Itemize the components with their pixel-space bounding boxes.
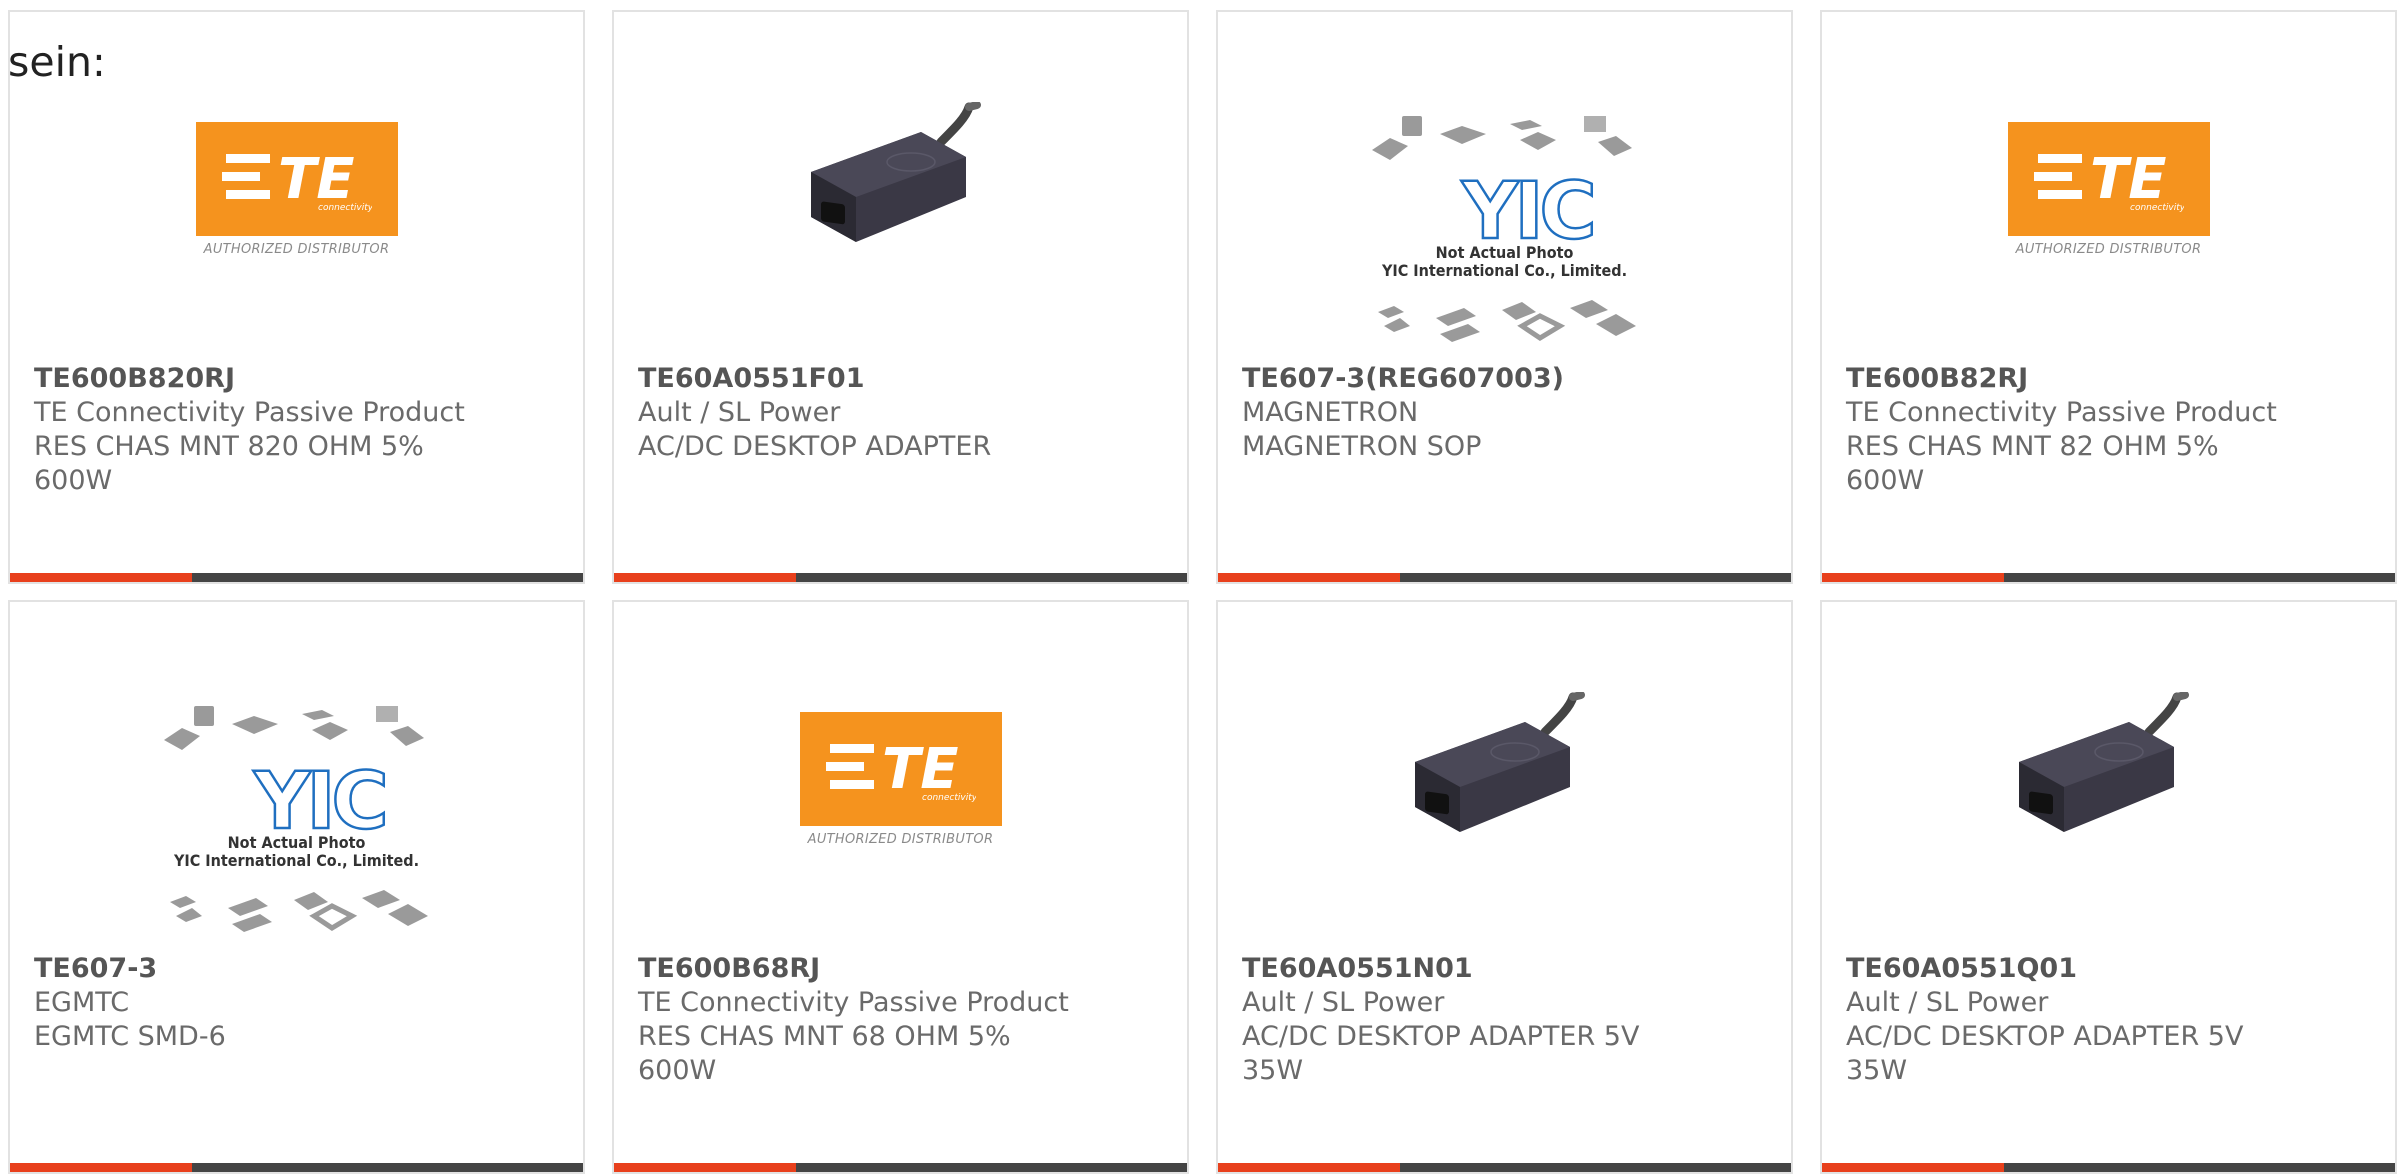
manufacturer-name: TE Connectivity Passive Product: [1846, 397, 2277, 428]
card-accent-bar: [614, 1163, 796, 1172]
card-bottom-bar: [1218, 1163, 1791, 1172]
manufacturer-name: Ault / SL Power: [638, 397, 841, 428]
product-info: TE600B68RJ TE Connectivity Passive Produc…: [638, 952, 1167, 1088]
placeholder-company: YIC International Co., Limited.: [1381, 261, 1628, 280]
product-image[interactable]: TE connectivity AUTHORIZED DISTRIBUTOR: [10, 52, 583, 352]
product-image[interactable]: YIC Not Actual Photo YIC International C…: [1218, 52, 1791, 352]
card-bottom-bar: [614, 573, 1187, 582]
product-description: AC/DC DESKTOP ADAPTER 5V 35W: [1242, 1021, 1640, 1086]
product-card[interactable]: YIC Not Actual Photo YIC International C…: [8, 600, 585, 1174]
yic-not-actual-photo-placeholder: YIC Not Actual Photo YIC International C…: [1370, 112, 1640, 362]
power-adapter-image: [2018, 692, 2189, 832]
product-image[interactable]: [614, 52, 1187, 352]
part-number-link[interactable]: TE60A0551Q01: [1846, 952, 2375, 986]
product-info: TE600B820RJ TE Connectivity Passive Produ…: [34, 362, 563, 498]
svg-text:connectivity: connectivity: [2130, 203, 2184, 212]
card-bottom-bar: [10, 573, 583, 582]
authorized-distributor-label: AUTHORIZED DISTRIBUTOR: [2015, 242, 2202, 257]
product-info: TE60A0551N01 Ault / SL Power AC/DC DESKTOP…: [1242, 952, 1771, 1088]
svg-text:connectivity: connectivity: [318, 203, 372, 212]
manufacturer-name: TE Connectivity Passive Product: [638, 987, 1069, 1018]
product-info: TE607-3(REG607003) MAGNETRON MAGNETRON SOP: [1242, 362, 1771, 464]
placeholder-company: YIC International Co., Limited.: [173, 851, 420, 870]
part-number-link[interactable]: TE60A0551N01: [1242, 952, 1771, 986]
card-bottom-bar: [1822, 1163, 2395, 1172]
card-accent-bar: [1218, 1163, 1400, 1172]
product-card[interactable]: TE60A0551F01 Ault / SL Power AC/DC DESKTOP…: [612, 10, 1189, 584]
manufacturer-name: TE Connectivity Passive Product: [34, 397, 465, 428]
card-bottom-bar: [614, 1163, 1187, 1172]
manufacturer-name: Ault / SL Power: [1242, 987, 1445, 1018]
authorized-distributor-label: AUTHORIZED DISTRIBUTOR: [807, 832, 994, 847]
authorized-distributor-label: AUTHORIZED DISTRIBUTOR: [203, 242, 390, 257]
yic-not-actual-photo-placeholder: YIC Not Actual Photo YIC International C…: [162, 702, 432, 952]
card-accent-bar: [1218, 573, 1400, 582]
part-number-link[interactable]: TE607-3(REG607003): [1242, 362, 1771, 396]
product-card[interactable]: TE60A0551N01 Ault / SL Power AC/DC DESKTOP…: [1216, 600, 1793, 1174]
card-accent-bar: [1822, 573, 2004, 582]
product-info: TE607-3 EGMTC EGMTC SMD-6: [34, 952, 563, 1054]
part-number-link[interactable]: TE600B820RJ: [34, 362, 563, 396]
product-image[interactable]: [1218, 642, 1791, 942]
product-description: AC/DC DESKTOP ADAPTER: [638, 431, 992, 462]
te-connectivity-logo: TE connectivity AUTHORIZED DISTRIBUTOR: [195, 122, 398, 257]
product-card[interactable]: TE connectivity AUTHORIZED DISTRIBUTOR T…: [1820, 10, 2397, 584]
manufacturer-name: EGMTC: [34, 987, 130, 1018]
power-adapter-image: [810, 102, 981, 242]
lead-text: sein:: [8, 38, 106, 86]
card-bottom-bar: [1218, 573, 1791, 582]
product-description: RES CHAS MNT 68 OHM 5% 600W: [638, 1021, 1011, 1086]
product-image[interactable]: YIC Not Actual Photo YIC International C…: [10, 642, 583, 942]
manufacturer-name: Ault / SL Power: [1846, 987, 2049, 1018]
product-description: AC/DC DESKTOP ADAPTER 5V 35W: [1846, 1021, 2244, 1086]
product-description: MAGNETRON SOP: [1242, 431, 1482, 462]
product-image[interactable]: [1822, 642, 2395, 942]
card-accent-bar: [614, 573, 796, 582]
product-description: RES CHAS MNT 82 OHM 5% 600W: [1846, 431, 2219, 496]
card-accent-bar: [10, 1163, 192, 1172]
te-connectivity-logo: TE connectivity AUTHORIZED DISTRIBUTOR: [799, 712, 1002, 847]
product-card[interactable]: TE connectivity AUTHORIZED DISTRIBUTOR T…: [8, 10, 585, 584]
svg-text:connectivity: connectivity: [922, 793, 976, 802]
product-image[interactable]: TE connectivity AUTHORIZED DISTRIBUTOR: [614, 642, 1187, 942]
product-card[interactable]: YIC Not Actual Photo YIC International C…: [1216, 10, 1793, 584]
manufacturer-name: MAGNETRON: [1242, 397, 1419, 428]
card-bottom-bar: [10, 1163, 583, 1172]
product-info: TE60A0551Q01 Ault / SL Power AC/DC DESKTOP…: [1846, 952, 2375, 1088]
product-description: RES CHAS MNT 820 OHM 5% 600W: [34, 431, 424, 496]
part-number-link[interactable]: TE600B82RJ: [1846, 362, 2375, 396]
part-number-link[interactable]: TE607-3: [34, 952, 563, 986]
product-card[interactable]: TE connectivity AUTHORIZED DISTRIBUTOR T…: [612, 600, 1189, 1174]
placeholder-note: Not Actual Photo: [227, 833, 366, 852]
power-adapter-image: [1414, 692, 1585, 832]
product-image[interactable]: TE connectivity AUTHORIZED DISTRIBUTOR: [1822, 52, 2395, 352]
placeholder-note: Not Actual Photo: [1435, 243, 1574, 262]
product-card[interactable]: TE60A0551Q01 Ault / SL Power AC/DC DESKTOP…: [1820, 600, 2397, 1174]
card-accent-bar: [10, 573, 192, 582]
product-info: TE600B82RJ TE Connectivity Passive Produc…: [1846, 362, 2375, 498]
product-description: EGMTC SMD-6: [34, 1021, 226, 1052]
part-number-link[interactable]: TE60A0551F01: [638, 362, 1167, 396]
card-bottom-bar: [1822, 573, 2395, 582]
part-number-link[interactable]: TE600B68RJ: [638, 952, 1167, 986]
te-connectivity-logo: TE connectivity AUTHORIZED DISTRIBUTOR: [2007, 122, 2210, 257]
card-accent-bar: [1822, 1163, 2004, 1172]
product-info: TE60A0551F01 Ault / SL Power AC/DC DESKTOP…: [638, 362, 1167, 464]
